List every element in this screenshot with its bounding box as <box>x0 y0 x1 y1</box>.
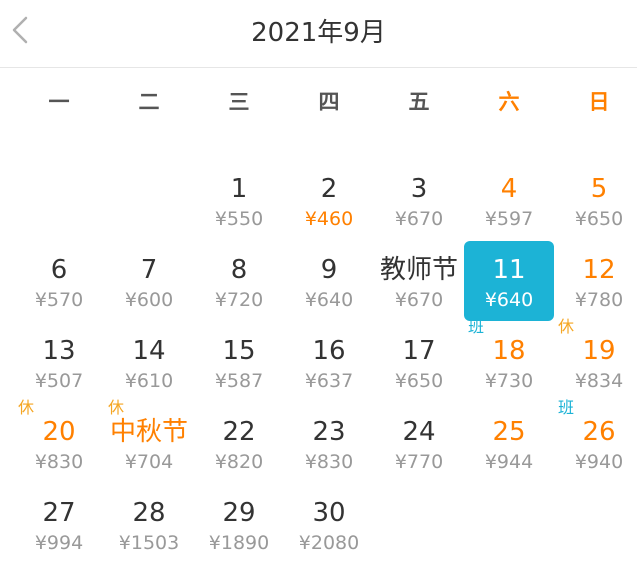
rest-tag: 休 <box>558 317 575 336</box>
day-cell-28[interactable]: 28 ¥1503 <box>104 488 194 566</box>
day-number: 22 <box>222 417 256 447</box>
day-price: ¥460 <box>304 208 354 230</box>
day-price: ¥670 <box>394 208 444 230</box>
workday-tag: 班 <box>468 317 485 336</box>
day-cell-20[interactable]: 20 ¥830 休 <box>14 399 104 485</box>
day-number: 教师节 <box>379 255 458 285</box>
day-cell-13[interactable]: 13 ¥507 <box>14 326 104 404</box>
day-number: 16 <box>312 336 346 366</box>
day-cell-5[interactable]: 5 ¥650 <box>554 164 637 242</box>
day-price: ¥770 <box>394 451 444 473</box>
day-number: 3 <box>410 174 428 204</box>
day-price: ¥944 <box>484 451 534 473</box>
day-price: ¥830 <box>304 451 354 473</box>
day-price: ¥610 <box>124 370 174 392</box>
day-number: 30 <box>312 498 346 528</box>
day-price: ¥507 <box>34 370 84 392</box>
day-number: 23 <box>312 417 346 447</box>
day-price: ¥597 <box>484 208 534 230</box>
day-number: 6 <box>50 255 68 285</box>
day-number: 25 <box>492 417 526 447</box>
day-number: 13 <box>42 336 76 366</box>
day-price: ¥670 <box>394 289 444 311</box>
day-cell-26[interactable]: 26 ¥940 班 <box>554 399 637 485</box>
day-number: 17 <box>402 336 436 366</box>
day-price: ¥994 <box>34 532 84 554</box>
day-price: ¥600 <box>124 289 174 311</box>
day-number: 中秋节 <box>109 417 188 447</box>
day-price: ¥820 <box>214 451 264 473</box>
day-cell-30[interactable]: 30 ¥2080 <box>284 488 374 566</box>
day-cell-24[interactable]: 24 ¥770 <box>374 407 464 485</box>
day-cell-23[interactable]: 23 ¥830 <box>284 407 374 485</box>
day-cell-8[interactable]: 8 ¥720 <box>194 245 284 323</box>
day-price: ¥1890 <box>208 532 270 554</box>
day-cell-7[interactable]: 7 ¥600 <box>104 245 194 323</box>
day-price: ¥637 <box>304 370 354 392</box>
day-cell-16[interactable]: 16 ¥637 <box>284 326 374 404</box>
day-price: ¥940 <box>574 451 624 473</box>
workday-tag: 班 <box>558 398 575 417</box>
calendar-grid: 1 ¥550 2 ¥460 3 ¥670 4 ¥597 5 ¥650 6 ¥570 7 ¥600 8 ¥720… <box>0 0 637 574</box>
day-price: ¥830 <box>34 451 84 473</box>
day-cell-17[interactable]: 17 ¥650 <box>374 326 464 404</box>
day-number: 8 <box>230 255 248 285</box>
day-price: ¥720 <box>214 289 264 311</box>
day-number: 27 <box>42 498 76 528</box>
day-number: 28 <box>132 498 166 528</box>
day-number: 11 <box>492 255 526 285</box>
day-price: ¥640 <box>484 289 534 311</box>
day-number: 12 <box>582 255 616 285</box>
day-cell-9[interactable]: 9 ¥640 <box>284 245 374 323</box>
day-cell-19[interactable]: 19 ¥834 休 <box>554 318 637 404</box>
day-number: 5 <box>590 174 608 204</box>
day-number: 9 <box>320 255 338 285</box>
day-number: 19 <box>582 336 616 366</box>
day-cell-14[interactable]: 14 ¥610 <box>104 326 194 404</box>
day-number: 24 <box>402 417 436 447</box>
day-cell-15[interactable]: 15 ¥587 <box>194 326 284 404</box>
day-price: ¥587 <box>214 370 264 392</box>
day-number: 29 <box>222 498 256 528</box>
day-cell-25[interactable]: 25 ¥944 <box>464 407 554 485</box>
day-price: ¥780 <box>574 289 624 311</box>
day-price: ¥730 <box>484 370 534 392</box>
day-price: ¥1503 <box>118 532 180 554</box>
day-number: 26 <box>582 417 616 447</box>
day-cell-18[interactable]: 18 ¥730 班 <box>464 318 554 404</box>
day-cell-4[interactable]: 4 ¥597 <box>464 164 554 242</box>
day-cell-27[interactable]: 27 ¥994 <box>14 488 104 566</box>
day-number: 20 <box>42 417 76 447</box>
day-number: 15 <box>222 336 256 366</box>
day-cell-11[interactable]: 11 ¥640 <box>464 241 554 323</box>
rest-tag: 休 <box>18 398 35 417</box>
day-cell-6[interactable]: 6 ¥570 <box>14 245 104 323</box>
day-cell-21[interactable]: 中秋节 ¥704 休 <box>104 399 194 485</box>
day-number: 2 <box>320 174 338 204</box>
day-price: ¥550 <box>214 208 264 230</box>
day-cell-3[interactable]: 3 ¥670 <box>374 164 464 242</box>
day-number: 18 <box>492 336 526 366</box>
day-cell-22[interactable]: 22 ¥820 <box>194 407 284 485</box>
day-number: 14 <box>132 336 166 366</box>
day-price: ¥704 <box>124 451 174 473</box>
day-price: ¥650 <box>394 370 444 392</box>
day-cell-29[interactable]: 29 ¥1890 <box>194 488 284 566</box>
day-number: 7 <box>140 255 158 285</box>
day-cell-1[interactable]: 1 ¥550 <box>194 164 284 242</box>
day-cell-2[interactable]: 2 ¥460 <box>284 164 374 242</box>
day-cell-10[interactable]: 教师节 ¥670 <box>374 245 464 323</box>
day-price: ¥640 <box>304 289 354 311</box>
day-price: ¥570 <box>34 289 84 311</box>
day-price: ¥834 <box>574 370 624 392</box>
day-cell-12[interactable]: 12 ¥780 <box>554 245 637 323</box>
rest-tag: 休 <box>108 398 125 417</box>
day-price: ¥2080 <box>298 532 360 554</box>
day-price: ¥650 <box>574 208 624 230</box>
day-number: 1 <box>230 174 248 204</box>
day-number: 4 <box>500 174 518 204</box>
